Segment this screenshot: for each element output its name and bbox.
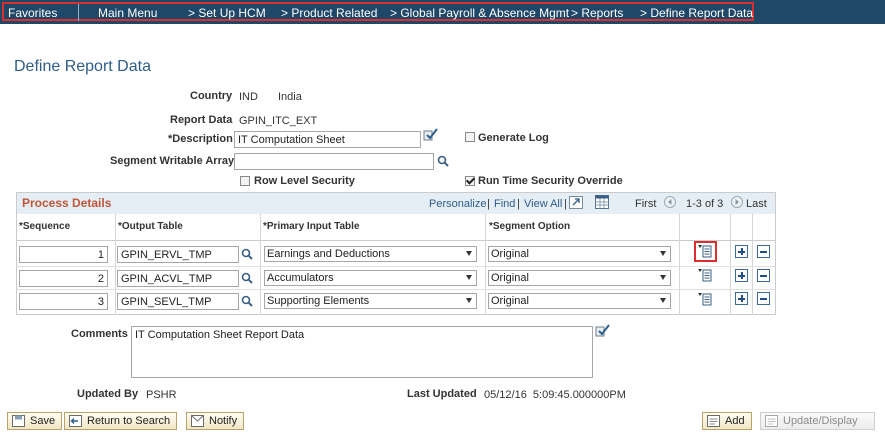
primary-input-table-select[interactable]: Accumulators bbox=[264, 270, 477, 286]
update-display-label: Update/Display bbox=[783, 415, 858, 427]
breadcrumb-reports[interactable]: > Reports bbox=[571, 6, 623, 20]
return-arrow-icon bbox=[69, 415, 82, 427]
return-to-search-button[interactable]: Return to Search bbox=[64, 412, 178, 430]
comments-label: Comments bbox=[71, 328, 128, 340]
description-input[interactable] bbox=[234, 131, 421, 148]
favorites-menu[interactable]: Favorites bbox=[8, 6, 57, 20]
page-title: Define Report Data bbox=[14, 58, 151, 75]
update-display-button[interactable]: Update/Display bbox=[760, 412, 875, 430]
generate-log-checkbox[interactable] bbox=[465, 132, 475, 142]
segment-option-select[interactable]: Original bbox=[488, 270, 671, 286]
next-arrow-icon[interactable] bbox=[731, 196, 743, 208]
view-all-link[interactable]: View All bbox=[524, 198, 562, 210]
sequence-input[interactable] bbox=[19, 246, 108, 263]
updated-by-label: Updated By bbox=[77, 388, 139, 400]
row-divider bbox=[17, 266, 775, 267]
save-button[interactable]: Save bbox=[7, 412, 63, 430]
lookup-search-icon[interactable] bbox=[241, 272, 253, 284]
country-code: IND bbox=[239, 91, 258, 103]
last-updated-value: 05/12/16 5:09:45.000000PM bbox=[484, 389, 626, 401]
output-table-input[interactable] bbox=[117, 293, 239, 310]
column-divider bbox=[115, 214, 116, 315]
nav-separator bbox=[78, 4, 79, 21]
country-label: Country bbox=[190, 90, 233, 102]
grid-title: Process Details bbox=[22, 196, 112, 210]
column-divider bbox=[485, 214, 486, 315]
add-row-button[interactable] bbox=[735, 269, 748, 282]
link-separator: | bbox=[487, 198, 490, 210]
save-button-label: Save bbox=[30, 415, 56, 427]
segment-writable-array-input[interactable] bbox=[234, 153, 434, 170]
column-divider bbox=[260, 214, 261, 315]
column-divider bbox=[752, 214, 753, 315]
row-level-security-checkbox[interactable] bbox=[240, 176, 250, 186]
primary-input-table-select[interactable]: Supporting Elements bbox=[264, 293, 477, 309]
run-time-security-override-label: Run Time Security Override bbox=[478, 175, 623, 187]
column-divider bbox=[679, 214, 680, 315]
return-to-search-label: Return to Search bbox=[87, 415, 171, 427]
delete-row-button[interactable] bbox=[757, 292, 770, 305]
updated-by-value: PSHR bbox=[146, 389, 177, 401]
spellcheck-icon[interactable] bbox=[595, 323, 610, 337]
sequence-input[interactable] bbox=[19, 270, 108, 287]
description-label: *Description bbox=[168, 133, 233, 145]
previous-arrow-icon[interactable] bbox=[664, 196, 676, 208]
column-divider bbox=[730, 214, 731, 315]
find-link[interactable]: Find bbox=[494, 198, 515, 210]
row-details-icon[interactable] bbox=[698, 292, 712, 306]
row-divider bbox=[17, 289, 775, 290]
lookup-search-icon[interactable] bbox=[241, 248, 253, 260]
notify-icon bbox=[191, 415, 204, 427]
report-data-label: Report Data bbox=[170, 114, 233, 126]
link-separator: | bbox=[564, 198, 567, 210]
add-page-icon bbox=[707, 415, 720, 427]
row-details-icon[interactable] bbox=[698, 268, 712, 282]
first-label: First bbox=[635, 198, 657, 210]
sequence-input[interactable] bbox=[19, 293, 108, 310]
personalize-link[interactable]: Personalize bbox=[429, 198, 486, 210]
column-header-primary-input-table: *Primary Input Table bbox=[263, 221, 360, 232]
save-icon bbox=[12, 415, 25, 427]
grid-header-bar bbox=[17, 193, 775, 214]
output-table-input[interactable] bbox=[117, 246, 239, 263]
row-details-icon[interactable] bbox=[698, 244, 712, 258]
delete-row-button[interactable] bbox=[757, 245, 770, 258]
breadcrumb-set-up-hcm[interactable]: > Set Up HCM bbox=[188, 6, 266, 20]
row-range-label: 1-3 of 3 bbox=[686, 198, 724, 210]
segment-writable-array-label: Segment Writable Array bbox=[110, 155, 235, 167]
primary-input-table-select[interactable]: Earnings and Deductions bbox=[264, 246, 477, 262]
breadcrumb-define-report-data[interactable]: > Define Report Data bbox=[640, 6, 753, 20]
delete-row-button[interactable] bbox=[757, 269, 770, 282]
lookup-search-icon[interactable] bbox=[241, 295, 253, 307]
last-updated-label: Last Updated bbox=[407, 388, 477, 400]
generate-log-label: Generate Log bbox=[478, 132, 549, 144]
segment-option-select[interactable]: Original bbox=[488, 293, 671, 309]
lookup-search-icon[interactable] bbox=[437, 155, 449, 167]
spellcheck-icon[interactable] bbox=[423, 127, 438, 141]
add-button-label: Add bbox=[725, 415, 745, 427]
notify-button[interactable]: Notify bbox=[186, 412, 245, 430]
country-name: India bbox=[278, 91, 302, 103]
add-row-button[interactable] bbox=[735, 245, 748, 258]
breadcrumb-product-related[interactable]: > Product Related bbox=[281, 6, 377, 20]
run-time-security-override-checkbox[interactable] bbox=[465, 176, 475, 186]
zoom-grid-icon[interactable] bbox=[569, 196, 583, 209]
download-excel-icon[interactable] bbox=[595, 195, 609, 209]
column-header-sequence: *Sequence bbox=[19, 221, 71, 232]
segment-option-select[interactable]: Original bbox=[488, 246, 671, 262]
main-menu[interactable]: Main Menu bbox=[98, 6, 157, 20]
add-row-button[interactable] bbox=[735, 292, 748, 305]
notify-button-label: Notify bbox=[209, 415, 238, 427]
breadcrumb-global-payroll[interactable]: > Global Payroll & Absence Mgmt bbox=[390, 6, 569, 20]
add-mode-button[interactable]: Add bbox=[702, 412, 752, 430]
column-header-segment-option: *Segment Option bbox=[489, 221, 571, 232]
comments-textarea[interactable]: IT Computation Sheet Report Data bbox=[131, 326, 593, 378]
link-separator: | bbox=[517, 198, 520, 210]
column-header-output-table: *Output Table bbox=[118, 221, 183, 232]
last-label: Last bbox=[746, 198, 767, 210]
report-data-value: GPIN_ITC_EXT bbox=[239, 115, 318, 127]
row-level-security-label: Row Level Security bbox=[254, 175, 355, 187]
output-table-input[interactable] bbox=[117, 270, 239, 287]
update-display-icon bbox=[765, 415, 778, 427]
